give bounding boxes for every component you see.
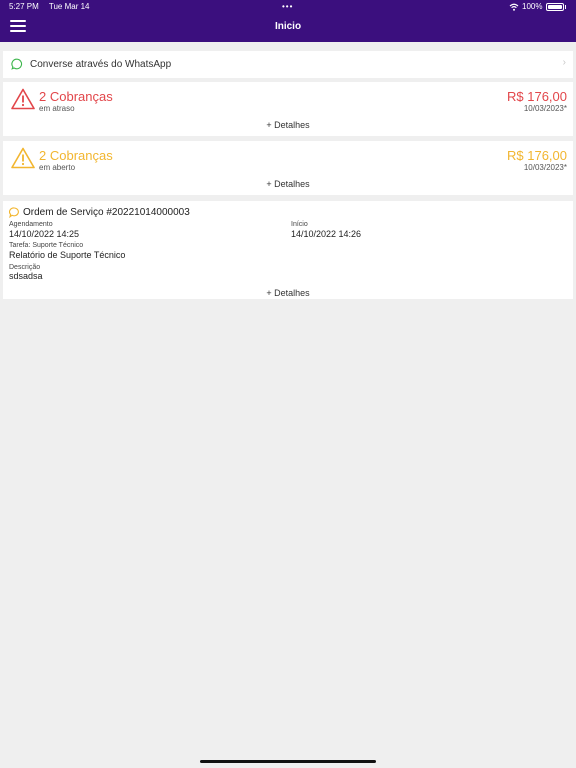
status-time: 5:27 PM (9, 2, 39, 11)
whatsapp-label: Converse através do WhatsApp (30, 59, 172, 70)
chat-bubble-icon (9, 207, 19, 218)
app-screen: 5:27 PM Tue Mar 14 ••• 100% Inicio Conve… (0, 0, 576, 768)
service-order-details-link[interactable]: + Detalhes (3, 288, 573, 298)
warning-icon (11, 88, 35, 110)
service-order-card[interactable]: Ordem de Serviço #20221014000003 Agendam… (3, 201, 573, 299)
open-bills-card[interactable]: 2 Cobranças em aberto R$ 176,00 10/03/20… (3, 141, 573, 195)
description-label: Descrição (9, 264, 41, 271)
open-details-link[interactable]: + Detalhes (3, 179, 573, 189)
status-bar-left: 5:27 PM Tue Mar 14 (9, 2, 97, 11)
service-order-title: Ordem de Serviço #20221014000003 (23, 207, 190, 218)
start-value: 14/10/2022 14:26 (291, 229, 362, 239)
overdue-date: 10/03/2023* (523, 104, 567, 113)
whatsapp-icon (11, 58, 23, 70)
schedule-label: Agendamento (9, 221, 53, 228)
whatsapp-row[interactable]: Converse através do WhatsApp › (3, 51, 573, 78)
warning-icon (11, 147, 35, 169)
page-title: Inicio (274, 21, 302, 32)
overdue-bills-card[interactable]: 2 Cobranças em atraso R$ 176,00 10/03/20… (3, 82, 573, 136)
overdue-count: 2 Cobranças (39, 89, 113, 104)
chevron-right-icon: › (562, 57, 566, 68)
start-label: Início (291, 221, 308, 228)
battery-icon (545, 2, 564, 11)
task-label: Tarefa: Suporte Técnico (9, 242, 84, 249)
open-status: em aberto (39, 163, 76, 172)
overdue-status: em atraso (39, 104, 75, 113)
status-bar-right: 100% (509, 2, 566, 11)
wifi-icon (509, 3, 519, 11)
open-amount: R$ 176,00 (507, 148, 567, 163)
home-indicator[interactable] (200, 760, 376, 763)
schedule-value: 14/10/2022 14:25 (9, 229, 80, 239)
description-value: sdsadsa (9, 271, 43, 281)
overdue-amount: R$ 176,00 (507, 89, 567, 104)
battery-tip (564, 4, 566, 9)
task-value: Relatório de Suporte Técnico (9, 250, 126, 260)
overdue-details-link[interactable]: + Detalhes (3, 120, 573, 130)
open-count: 2 Cobranças (39, 148, 113, 163)
open-date: 10/03/2023* (523, 163, 567, 172)
top-bar: 5:27 PM Tue Mar 14 ••• 100% Inicio (0, 0, 576, 42)
status-date: Tue Mar 14 (48, 2, 90, 11)
battery-percent: 100% (522, 2, 543, 11)
multitasking-dots[interactable]: ••• (282, 2, 293, 11)
